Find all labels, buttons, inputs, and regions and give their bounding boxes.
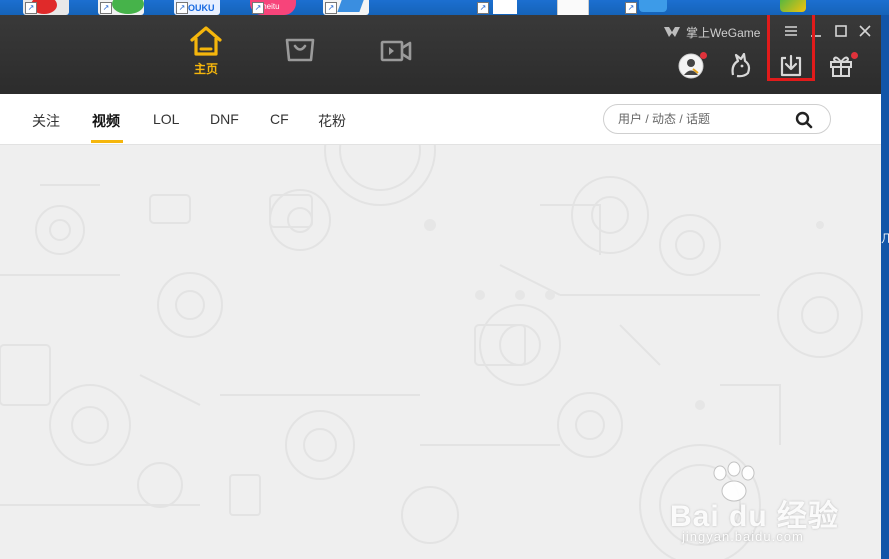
content-area: Bai du 经验 jingyan.baidu.com: [0, 145, 881, 559]
desktop-background: [881, 15, 889, 559]
subnav-item-fans[interactable]: 花粉: [318, 111, 346, 131]
minimize-button[interactable]: [808, 23, 824, 39]
desktop-shortcut-icon[interactable]: ↗: [98, 0, 144, 15]
wegame-logo-icon: [664, 27, 680, 37]
desktop-shortcut-icon[interactable]: [780, 0, 826, 15]
watermark-url: jingyan.baidu.com: [682, 529, 804, 544]
brand-name: 掌上WeGame: [686, 25, 761, 40]
desktop-shortcut-icon[interactable]: meitu ↗: [250, 0, 296, 15]
nav-tab-home-label: 主页: [193, 62, 218, 76]
subnav-item-cf[interactable]: CF: [270, 111, 289, 127]
active-tab-indicator: [91, 140, 123, 143]
close-icon: [859, 25, 871, 37]
nav-tab-store[interactable]: [275, 37, 325, 97]
menu-button[interactable]: [783, 23, 799, 39]
wegame-window: 主页 掌上WeGame 关注 视频 LOL DNF CF 花粉 用户 / 动态 …: [0, 15, 881, 559]
menu-icon: [785, 26, 797, 36]
titlebar: 主页 掌上WeGame: [0, 15, 881, 94]
desktop-shortcut-icon[interactable]: ↗: [323, 0, 369, 15]
subnav-item-lol[interactable]: LOL: [153, 111, 179, 127]
avatar-button[interactable]: [676, 51, 707, 81]
home-icon: [190, 26, 222, 56]
sub-navigation: 关注 视频 LOL DNF CF 花粉: [0, 94, 881, 145]
desktop-shortcut-icon[interactable]: ↗: [475, 0, 521, 15]
desktop-shortcut-icon[interactable]: [555, 0, 601, 15]
video-icon: [380, 40, 412, 62]
maximize-button[interactable]: [833, 23, 849, 39]
search-icon[interactable]: [794, 110, 814, 130]
minimize-icon: [811, 35, 821, 37]
maximize-icon: [835, 25, 847, 37]
notification-dot: [700, 52, 707, 59]
download-icon: [780, 54, 802, 77]
desktop-shortcut-icon[interactable]: OUKU ↗: [174, 0, 220, 15]
desktop-edge-glyph: 几: [881, 233, 889, 245]
gift-icon: [830, 56, 852, 77]
close-button[interactable]: [857, 23, 873, 39]
gift-button[interactable]: [826, 51, 858, 81]
subnav-item-follow[interactable]: 关注: [32, 111, 60, 131]
store-icon: [285, 38, 315, 62]
nav-tab-home[interactable]: 主页: [181, 25, 231, 85]
wegame-brand: 掌上WeGame: [662, 24, 760, 40]
subnav-item-video[interactable]: 视频: [92, 111, 120, 131]
desktop-icon-strip: ↗ ↗ OUKU ↗ meitu ↗ ↗ ↗ ↗: [0, 0, 889, 15]
bunny-icon: [731, 53, 751, 78]
search-box: [603, 104, 831, 134]
desktop-shortcut-icon[interactable]: ↗: [23, 0, 69, 15]
download-button[interactable]: [776, 51, 806, 81]
bunny-button[interactable]: [726, 51, 756, 81]
search-input[interactable]: [618, 111, 788, 127]
subnav-item-dnf[interactable]: DNF: [210, 111, 239, 127]
nav-tab-video[interactable]: [371, 39, 421, 99]
notification-dot: [851, 52, 858, 59]
desktop-shortcut-icon[interactable]: ↗: [623, 0, 669, 15]
